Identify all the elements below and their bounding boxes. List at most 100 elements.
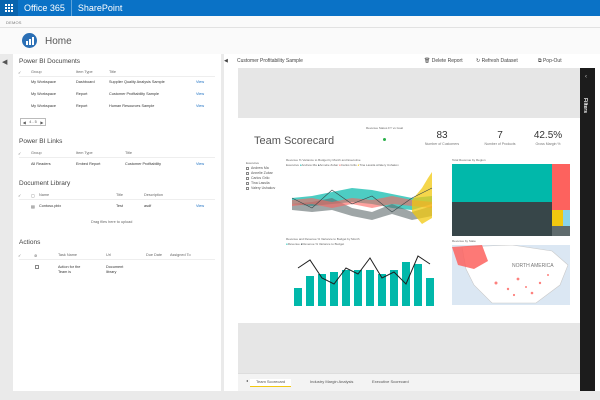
pager-next-button[interactable]: ▶: [40, 120, 43, 125]
pop-out-button[interactable]: ⧉ Pop-Out: [538, 58, 562, 64]
tab-team-scorecard[interactable]: Team Scorecard: [250, 379, 292, 387]
view-link[interactable]: View: [196, 204, 204, 208]
row-checkbox[interactable]: [35, 265, 39, 269]
treemap-cell-central[interactable]: [452, 202, 552, 236]
row-group: My Workspace: [31, 80, 57, 84]
combo-bar[interactable]: [294, 288, 302, 306]
check-all-icon[interactable]: ✓: [18, 151, 21, 156]
office365-link[interactable]: Office 365: [18, 3, 71, 13]
combo-bar[interactable]: [366, 270, 374, 306]
file-name-link[interactable]: Contoso.pbix: [39, 204, 61, 208]
kpi-gross-margin: 42.5% Gross Margin %: [530, 130, 566, 146]
row-type: Dashboard: [76, 80, 95, 84]
map-bubble[interactable]: [506, 287, 510, 291]
treemap-cell-east[interactable]: [452, 164, 552, 202]
status-dot-icon: [383, 138, 386, 141]
treemap-cell-small[interactable]: [563, 210, 570, 226]
report-page: Team Scorecard Revenue Status FY vs Goal…: [238, 118, 580, 323]
checkbox-icon: [246, 176, 249, 180]
report-header: ◀ Customer Profitability Sample 🗑 Delete…: [224, 54, 600, 68]
delete-report-button[interactable]: 🗑 Delete Report: [424, 58, 463, 64]
combo-bar[interactable]: [318, 274, 326, 306]
refresh-icon: ↻: [476, 58, 481, 64]
map-bubble[interactable]: [530, 291, 534, 295]
slicer-item[interactable]: Carlos Grilo: [246, 176, 269, 180]
chevron-left-icon[interactable]: ‹: [585, 74, 587, 80]
map-bubble[interactable]: [494, 281, 498, 285]
area-chart-legend: Executive ●Andrew Ma ●Annelie Zubar ●Car…: [286, 163, 399, 167]
view-link[interactable]: View: [196, 92, 204, 96]
row-group: My Workspace: [31, 104, 57, 108]
row-title: Test: [116, 204, 123, 208]
col-assigned-to: Assigned To: [170, 253, 191, 257]
combo-bar[interactable]: [342, 270, 350, 306]
tab-executive-scorecard[interactable]: Executive Scorecard: [366, 379, 415, 384]
app-launcher-button[interactable]: [0, 0, 18, 16]
refresh-dataset-button[interactable]: ↻ Refresh Dataset: [476, 58, 518, 64]
scorecard-title: Team Scorecard: [254, 135, 335, 147]
area-chart[interactable]: [288, 168, 438, 233]
site-logo-icon[interactable]: [22, 33, 37, 48]
map-title: Revenue by State: [452, 239, 476, 243]
legend-entry: Annelie Zubar: [319, 163, 339, 167]
combo-bar[interactable]: [378, 274, 386, 306]
slicer-item[interactable]: Valery Ushakov: [246, 186, 275, 190]
legend-entry: Andrew Ma: [301, 163, 317, 167]
report-page-tabs: ◂ Team Scorecard Industry Margin Analysi…: [238, 373, 580, 391]
row-description: asdf: [144, 204, 152, 208]
view-link[interactable]: View: [196, 104, 204, 108]
row-group: My Workspace: [31, 92, 57, 96]
map-bubble[interactable]: [512, 293, 516, 297]
sharepoint-link[interactable]: SharePoint: [72, 3, 129, 13]
row-title: Customer Profitability: [125, 162, 162, 166]
check-all-icon[interactable]: ✓: [18, 70, 21, 75]
status-label: Revenue Status FY vs Goal: [366, 126, 403, 130]
map-visual[interactable]: NORTH AMERICA: [452, 245, 570, 305]
pager-prev-button[interactable]: ◀: [23, 120, 26, 125]
combo-bar[interactable]: [426, 278, 434, 306]
check-all-icon[interactable]: ✓: [18, 193, 21, 198]
combo-bar[interactable]: [306, 276, 314, 306]
combo-bar[interactable]: [414, 264, 422, 306]
powerbi-links-title: Power BI Links: [19, 138, 63, 145]
map-bubble[interactable]: [516, 277, 520, 281]
site-breadcrumb[interactable]: DEMOS: [0, 16, 600, 28]
kpi-products: 7 Number of Products: [482, 130, 518, 146]
view-link[interactable]: View: [196, 162, 204, 166]
map-bubble[interactable]: [547, 274, 549, 276]
slicer-item-label: Andrew Ma: [251, 166, 269, 170]
treemap-chart[interactable]: [452, 164, 570, 236]
kpi-label: Number of Products: [484, 142, 516, 146]
map-bubble[interactable]: [525, 286, 527, 288]
row-title: Human Resources Sample: [109, 104, 155, 108]
treemap-cell-yellow[interactable]: [552, 210, 563, 226]
drag-drop-hint[interactable]: Drag files here to upload: [91, 220, 132, 224]
collapse-right-icon[interactable]: ◀: [224, 58, 228, 64]
combo-chart[interactable]: [288, 248, 438, 310]
legend-title: Executive: [286, 163, 300, 167]
slicer-item[interactable]: Annelie Zubar: [246, 171, 273, 175]
kpi-label: Gross Margin %: [535, 142, 561, 146]
check-all-icon[interactable]: ✓: [18, 253, 21, 258]
combo-bar[interactable]: [330, 272, 338, 306]
report-title: Customer Profitability Sample: [237, 58, 303, 64]
filters-pane[interactable]: ‹ Filters: [580, 68, 595, 391]
slicer-item[interactable]: Tina Lassila: [246, 181, 270, 185]
actions-title: Actions: [19, 239, 41, 246]
legend-entry: Tina Lassila: [359, 163, 376, 167]
view-link[interactable]: View: [196, 80, 204, 84]
col-title: Title: [125, 151, 133, 155]
map-bubble[interactable]: [538, 281, 542, 285]
collapse-left-icon[interactable]: ◀: [2, 58, 7, 66]
powerbi-documents-title: Power BI Documents: [19, 58, 81, 65]
task-url-link[interactable]: Document library: [106, 265, 132, 275]
combo-bar[interactable]: [354, 270, 362, 306]
tab-industry-margin[interactable]: Industry Margin Analysis: [304, 379, 359, 384]
treemap-cell-west[interactable]: [552, 164, 570, 210]
divider: [19, 259, 215, 260]
task-name: Action for the Team is: [58, 265, 81, 274]
treemap-cell-tiny[interactable]: [552, 226, 570, 236]
divider: [19, 157, 215, 158]
slicer-item[interactable]: Andrew Ma: [246, 166, 269, 170]
row-title: Supplier Quality Analysis Sample: [109, 80, 165, 84]
